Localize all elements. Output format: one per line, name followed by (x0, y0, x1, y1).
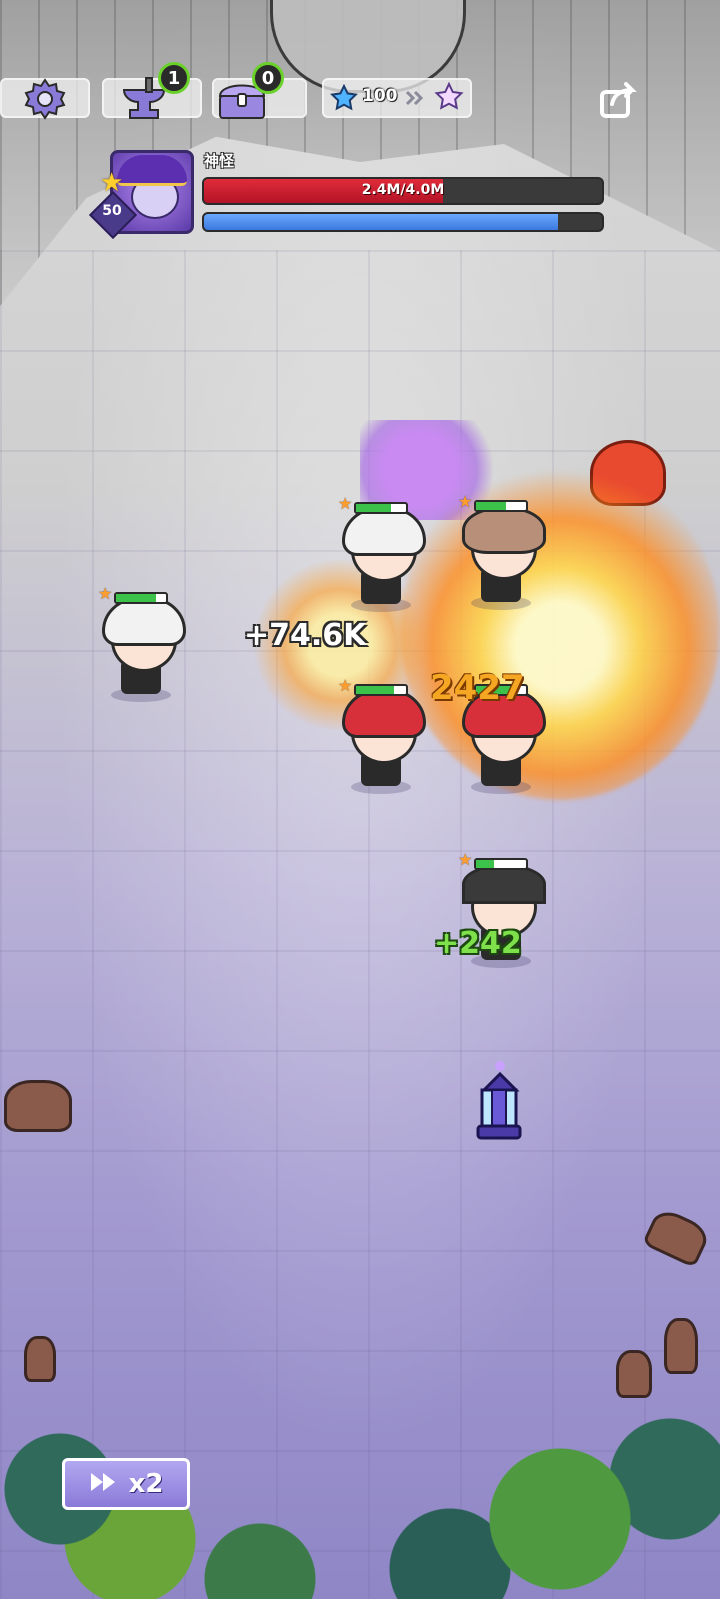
gear-icon[interactable] (22, 76, 68, 122)
mushroom-hero[interactable]: ★ (456, 492, 546, 610)
boss-shield-bar (202, 212, 604, 232)
forge-count-badge: 1 (158, 62, 190, 94)
chest-count-badge: 0 (252, 62, 284, 94)
chef-hero-left[interactable]: ★ (96, 584, 186, 702)
double-chevron-icon (404, 88, 426, 108)
lantern-icon[interactable] (470, 1060, 528, 1150)
boss-shield-fill (204, 214, 559, 230)
boss-hp-bar: 2.4M/4.0M (202, 177, 604, 205)
heal-popup-green: +242 (434, 926, 522, 961)
damage-popup: 2427 (430, 668, 525, 708)
boss-level: 50 (102, 203, 122, 219)
fire-explosion (400, 460, 720, 800)
star-count: 100 (362, 86, 398, 106)
rainbow-star-icon (434, 82, 464, 112)
boss-hp-text: 2.4M/4.0M (361, 182, 445, 198)
speed-toggle-button[interactable]: x2 (62, 1458, 190, 1510)
blue-star-icon (330, 84, 358, 112)
boss-hat (117, 155, 187, 186)
tree-stump (4, 1080, 72, 1132)
speed-label: x2 (128, 1469, 164, 1499)
fast-forward-icon (89, 1471, 119, 1497)
red-chef-hero-left[interactable]: ★ (336, 676, 426, 794)
boss-name: 神怪 (204, 152, 235, 170)
chef-hero-top[interactable]: ★ (336, 494, 426, 612)
heal-popup: +74.6K (244, 618, 367, 653)
share-icon[interactable] (596, 78, 640, 122)
